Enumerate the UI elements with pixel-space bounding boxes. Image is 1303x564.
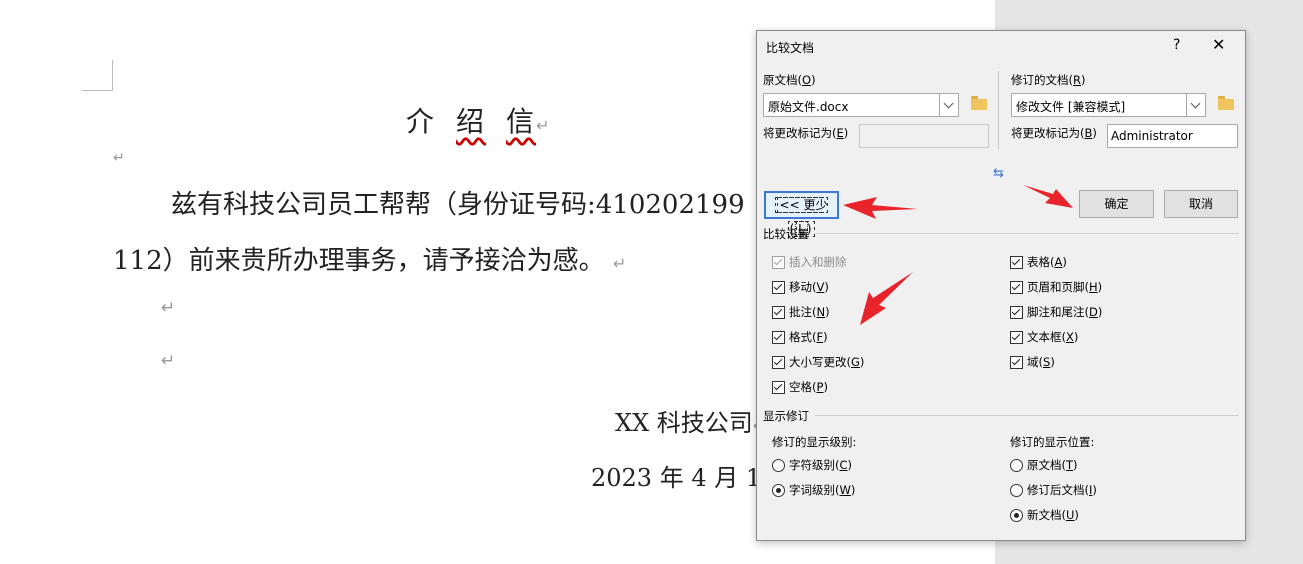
annotation-arrow-options xyxy=(860,272,913,325)
annotation-arrow-ok xyxy=(1023,185,1073,208)
annotation-arrow-less xyxy=(843,197,918,219)
annotation-arrows xyxy=(843,185,1073,325)
